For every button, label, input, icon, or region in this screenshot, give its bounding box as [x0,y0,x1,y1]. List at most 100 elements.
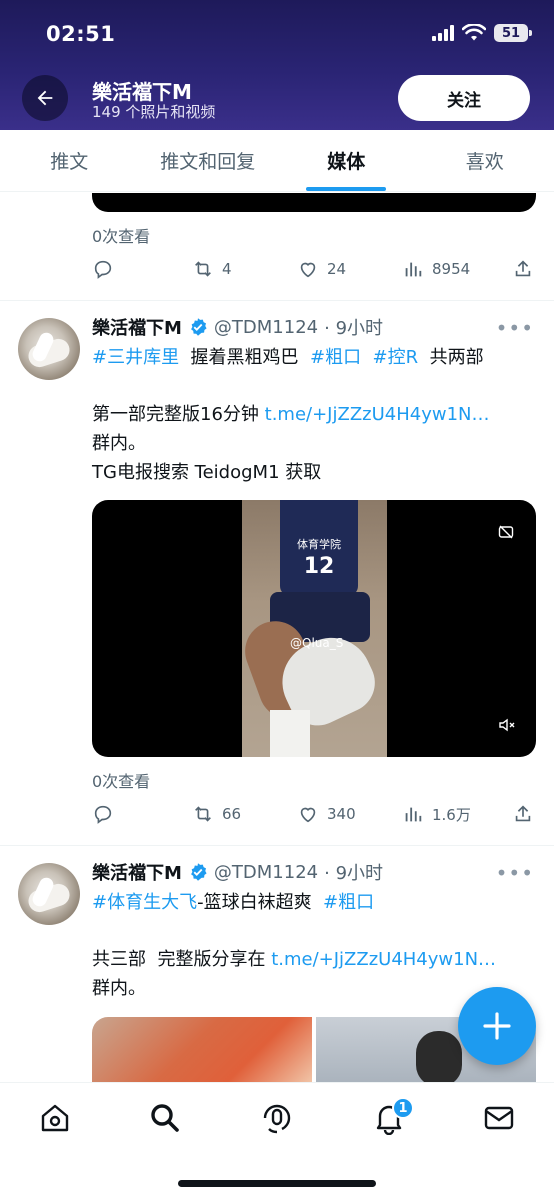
tweet-text-line: 共三部 完整版分享在 t.me/+JjZZzU4H4yw1N… [92,945,542,975]
verified-badge-icon [191,863,207,881]
tweet-text-segment: -篮球白袜超爽 [197,892,312,913]
tab-posts[interactable]: 推文 [0,130,139,191]
author-name[interactable]: 樂活襠下M [92,859,182,885]
wifi-icon [462,24,486,41]
like-count: 24 [327,260,347,278]
tweet-time: · 9小时 [324,863,384,884]
mute-icon[interactable] [498,716,516,734]
tweet-divider [0,300,554,301]
jersey: 体育学院 12 [280,500,358,596]
tweet-text-segment: 握着黑粗鸡巴 [190,347,299,368]
tweet-text-line: TG电报搜索 TeidogM1 获取 [92,462,322,483]
messages-icon [484,1106,514,1130]
nav-search[interactable] [148,1101,182,1135]
reply-button[interactable] [92,803,192,825]
tweet-text: #三井库里 握着黑粗鸡巴 #粗口 #控R 共两部 [92,343,542,373]
author-handle[interactable]: @TDM1124 [214,317,318,338]
retweet-button[interactable]: 66 [192,803,297,825]
plus-icon [483,1012,511,1040]
tweet-time: · 9小时 [324,318,384,339]
tweet-link[interactable]: t.me/+JjZZzU4H4yw1N… [265,404,490,425]
tweet-text-line: 群内。 [92,433,146,454]
avatar[interactable] [18,863,80,925]
reply-icon [94,805,112,824]
views-button[interactable]: 8954 [402,258,512,280]
tweet-link[interactable]: t.me/+JjZZzU4H4yw1N… [271,949,496,970]
avatar[interactable] [18,318,80,380]
captions-off-icon[interactable] [498,524,514,540]
sock [270,710,310,757]
retweet-count: 4 [222,260,232,278]
share-button[interactable] [512,258,534,280]
analytics-icon [405,807,422,822]
nav-messages[interactable] [482,1101,516,1135]
share-icon [515,260,531,277]
retweet-button[interactable]: 4 [192,258,297,280]
jersey-text: 体育学院 [297,538,341,551]
hashtag[interactable]: #粗口 [323,892,374,913]
like-button[interactable]: 340 [297,803,402,825]
compose-button[interactable] [458,987,536,1065]
retweet-icon [195,806,211,822]
author-name[interactable]: 樂活襠下M [92,314,182,340]
spaces-icon [263,1104,291,1134]
notification-badge: 1 [392,1097,414,1119]
tweet-text-line: 第一部完整版16分钟 t.me/+JjZZzU4H4yw1N… [92,400,542,430]
tweet-divider [0,845,554,846]
video-watermark: @Qlua_S [290,636,344,650]
tab-replies[interactable]: 推文和回复 [139,130,278,191]
status-time: 02:51 [46,22,116,46]
share-icon [515,805,531,822]
tweet-actions: 4 24 8954 [92,254,536,284]
video-frame: 体育学院 12 @Qlua_S [236,500,387,757]
views-button[interactable]: 1.6万 [402,803,512,825]
verified-badge-icon [191,318,207,336]
tweet-text-segment: 第一部完整版16分钟 [92,404,259,425]
heart-icon [300,807,316,823]
tweet-media[interactable] [92,193,536,212]
battery-icon: 51 [494,24,532,42]
tweet-text: #体育生大飞-篮球白袜超爽 #粗口 [92,888,542,918]
tweet-image[interactable] [92,1017,312,1083]
hashtag[interactable]: #体育生大飞 [92,892,197,913]
tweet-header: 樂活襠下M @TDM1124 · 9小时 [92,314,383,340]
more-options-button[interactable]: ••• [496,316,534,340]
analytics-count: 8954 [432,260,471,278]
cellular-signal-icon [432,25,454,41]
more-options-button[interactable]: ••• [496,861,534,885]
tweet-text-segment: 共两部 [429,347,484,368]
reply-button[interactable] [92,258,192,280]
like-button[interactable]: 24 [297,258,402,280]
retweet-icon [195,261,211,277]
jersey-number: 12 [303,554,335,579]
nav-home[interactable] [38,1101,72,1135]
tab-likes[interactable]: 喜欢 [416,130,554,191]
view-count: 0次查看 [92,772,151,791]
status-icons: 51 [432,24,532,42]
search-icon [151,1104,179,1132]
like-count: 340 [327,805,356,823]
home-indicator [178,1180,376,1187]
view-count: 0次查看 [92,227,151,246]
hashtag[interactable]: #三井库里 [92,347,179,368]
profile-header: 02:51 51 樂活襠下M 149 个照片和视频 关注 [0,0,554,130]
follow-button[interactable]: 关注 [398,75,530,121]
author-handle[interactable]: @TDM1124 [214,862,318,883]
media-count: 149 个照片和视频 [92,103,216,121]
tweet-header: 樂活襠下M @TDM1124 · 9小时 [92,859,383,885]
retweet-count: 66 [222,805,242,823]
share-button[interactable] [512,803,534,825]
heart-icon [300,262,316,278]
reply-icon [94,260,112,279]
tab-media[interactable]: 媒体 [277,130,416,191]
tweet-actions: 66 340 1.6万 [92,799,536,829]
hashtag[interactable]: #控R [373,347,419,368]
arrow-left-icon [37,90,53,106]
profile-tabs: 推文 推文和回复 媒体 喜欢 [0,130,554,192]
hashtag[interactable]: #粗口 [310,347,361,368]
nav-notifications[interactable]: 1 [372,1097,414,1136]
nav-spaces[interactable] [260,1101,294,1135]
back-button[interactable] [22,75,68,121]
tweet-video[interactable]: 体育学院 12 @Qlua_S [92,500,536,757]
tweet-text-segment: 共三部 完整版分享在 [92,949,266,970]
